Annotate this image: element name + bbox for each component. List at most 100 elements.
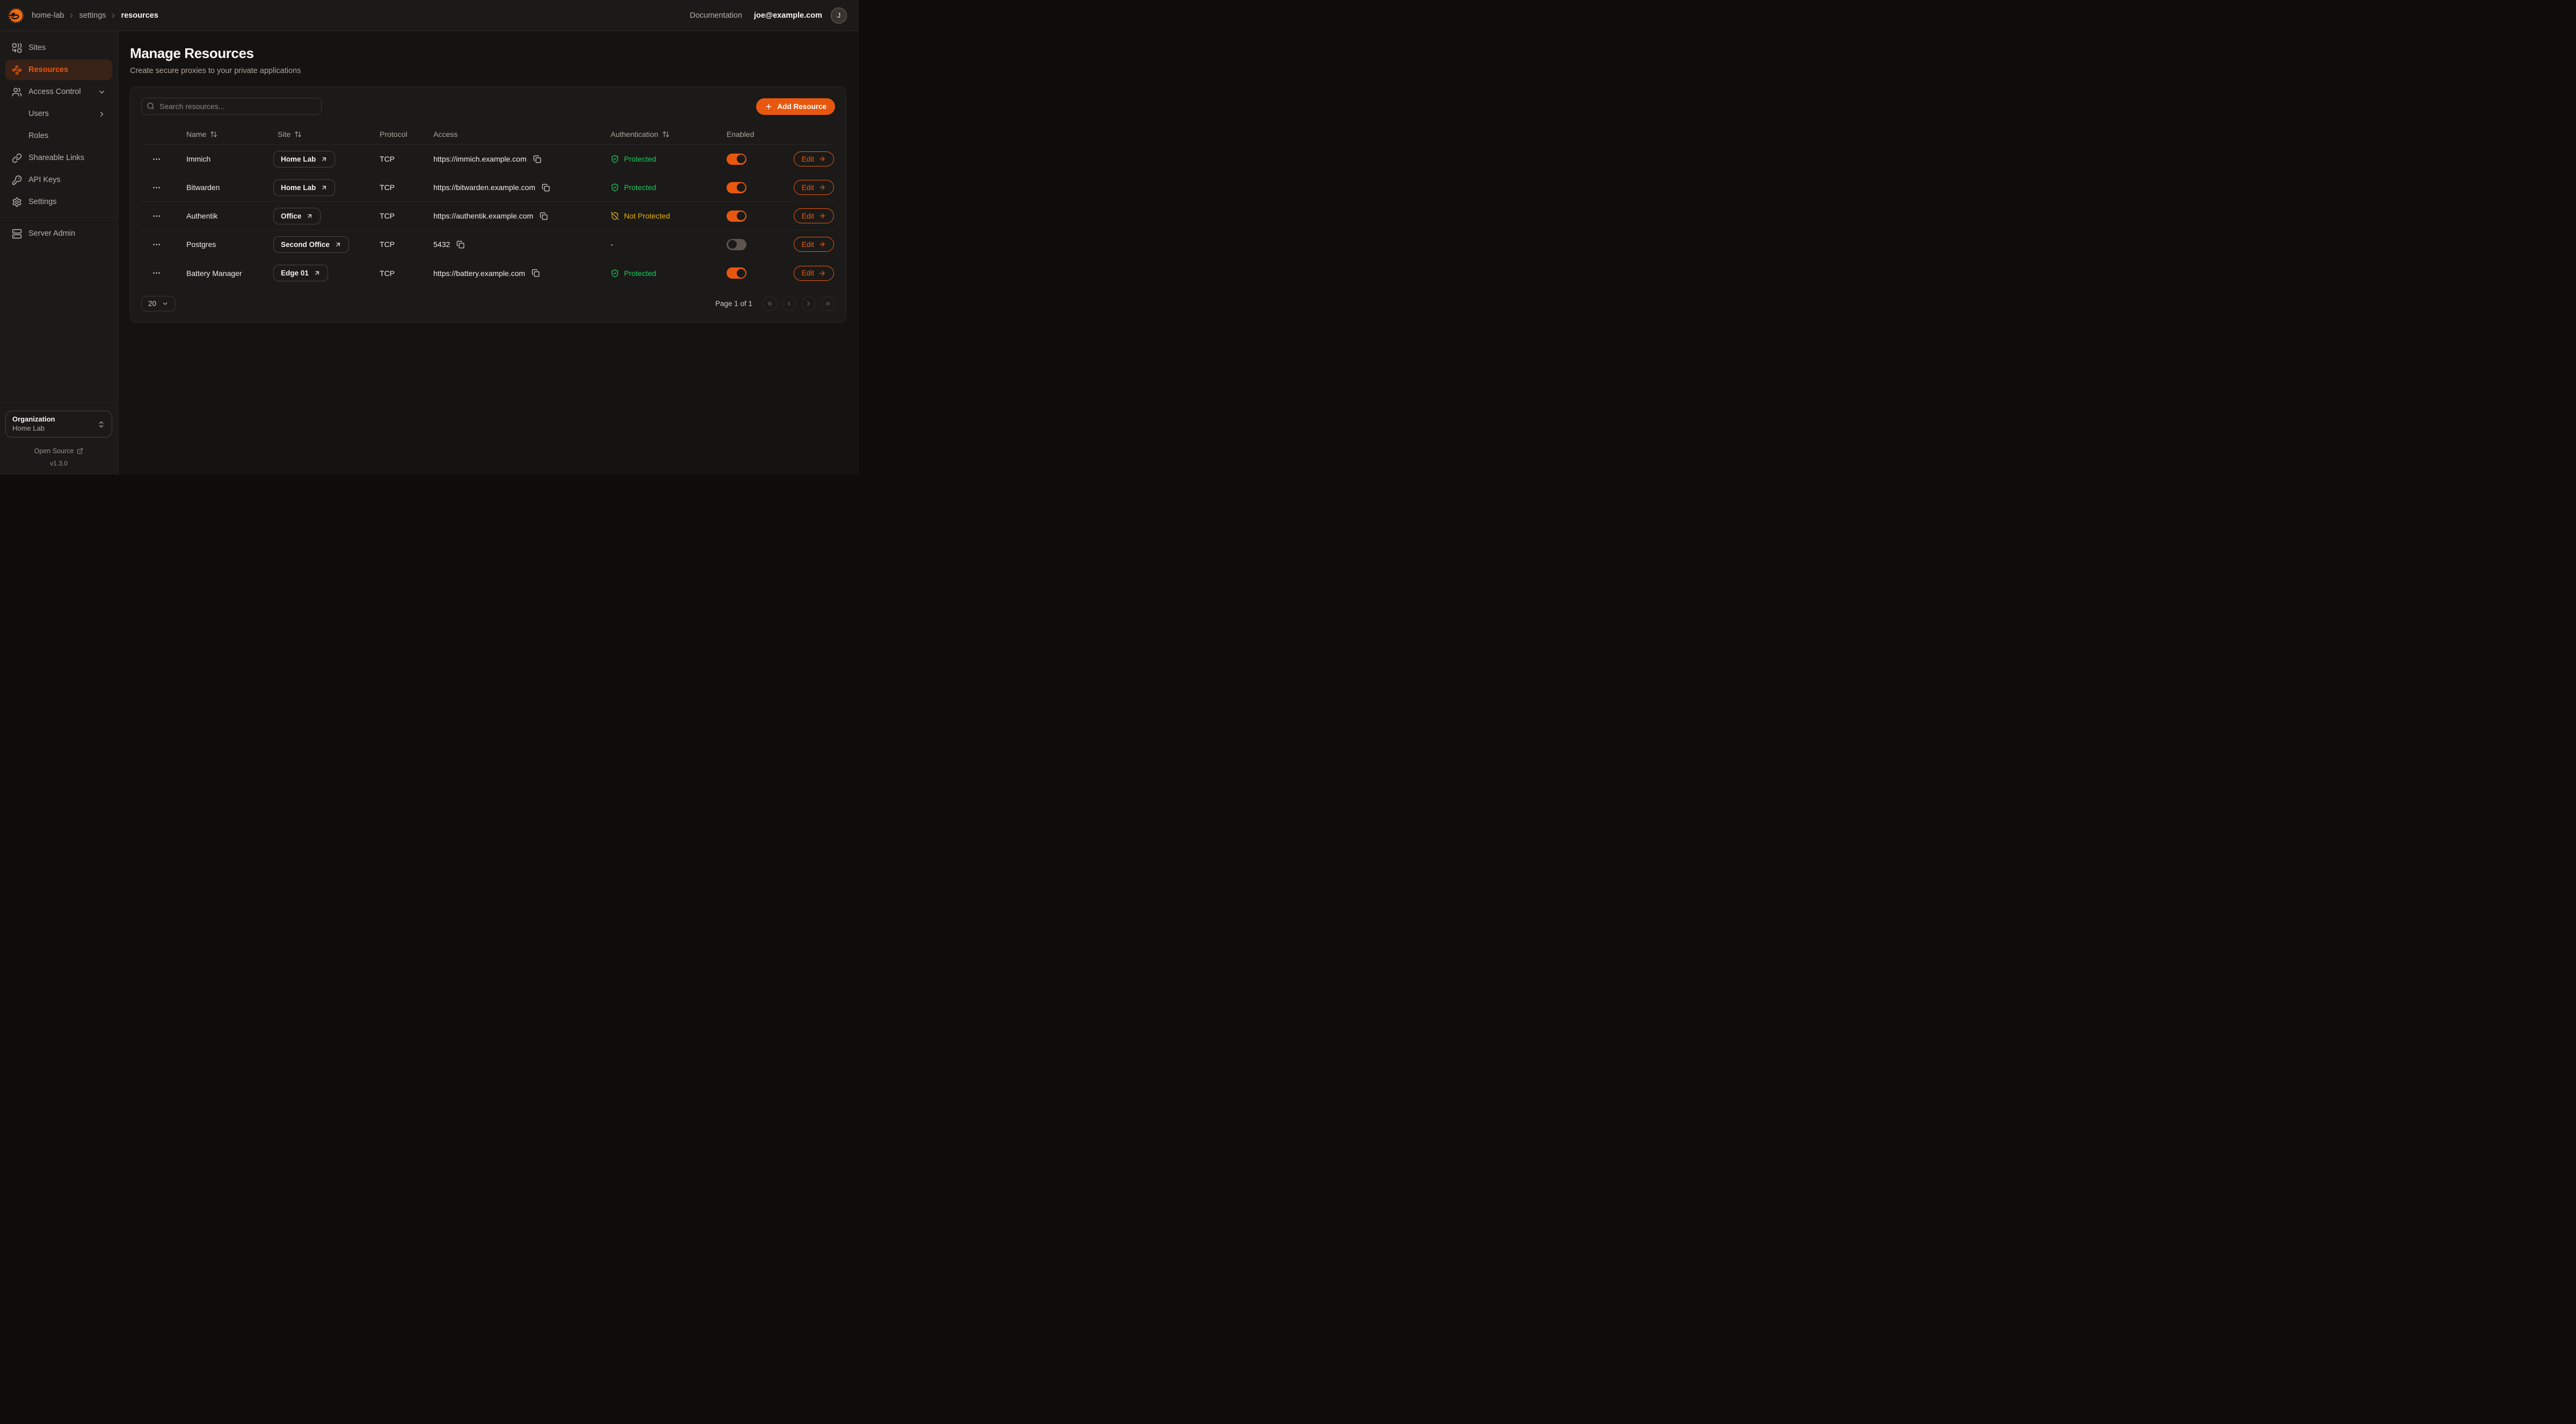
sidebar-item-resources[interactable]: Resources bbox=[5, 60, 112, 80]
copy-button[interactable] bbox=[455, 239, 466, 250]
avatar[interactable]: J bbox=[831, 8, 847, 24]
edit-button[interactable]: Edit bbox=[794, 266, 834, 281]
edit-button[interactable]: Edit bbox=[794, 237, 834, 252]
resource-name: Battery Manager bbox=[171, 269, 273, 278]
copy-button[interactable] bbox=[531, 268, 541, 278]
open-source-link[interactable]: Open Source bbox=[34, 447, 84, 455]
enabled-toggle[interactable] bbox=[727, 154, 746, 165]
sidebar-item-api-keys[interactable]: API Keys bbox=[5, 170, 112, 190]
resource-name: Bitwarden bbox=[171, 183, 273, 192]
sidebar-item-label: Access Control bbox=[28, 88, 91, 96]
users-icon bbox=[12, 87, 22, 97]
row-actions-button[interactable] bbox=[149, 209, 164, 223]
edit-label: Edit bbox=[802, 241, 814, 249]
column-label: Access bbox=[433, 130, 458, 139]
site-link[interactable]: Second Office bbox=[273, 236, 349, 253]
edit-button[interactable]: Edit bbox=[794, 208, 834, 223]
resource-access: https://immich.example.com bbox=[433, 155, 527, 163]
app-version: v1.3.0 bbox=[5, 460, 112, 467]
breadcrumb-current: resources bbox=[121, 11, 158, 20]
edit-label: Edit bbox=[802, 212, 814, 220]
breadcrumb: home-lab settings resources bbox=[32, 11, 158, 20]
sidebar-item-label: Resources bbox=[28, 66, 106, 74]
edit-button[interactable]: Edit bbox=[794, 180, 834, 195]
edit-label: Edit bbox=[802, 184, 814, 192]
search-input[interactable] bbox=[141, 98, 322, 115]
enabled-toggle[interactable] bbox=[727, 210, 746, 222]
shield-check-icon bbox=[611, 269, 619, 278]
copy-icon bbox=[542, 184, 550, 192]
breadcrumb-org[interactable]: home-lab bbox=[32, 11, 64, 20]
column-label: Name bbox=[186, 130, 206, 139]
last-page-button[interactable] bbox=[821, 296, 835, 311]
ellipsis-icon bbox=[152, 240, 161, 249]
page-indicator: Page 1 of 1 bbox=[715, 300, 752, 308]
sidebar-item-server-admin[interactable]: Server Admin bbox=[5, 223, 112, 244]
breadcrumb-settings[interactable]: settings bbox=[79, 11, 106, 20]
column-header-name[interactable]: Name bbox=[171, 130, 273, 139]
column-header-site[interactable]: Site bbox=[273, 130, 375, 139]
column-label: Enabled bbox=[727, 130, 754, 139]
row-actions-button[interactable] bbox=[149, 181, 164, 194]
toggle-knob bbox=[737, 183, 745, 192]
sidebar-item-access-control[interactable]: Access Control bbox=[5, 82, 112, 102]
documentation-link[interactable]: Documentation bbox=[690, 11, 743, 20]
copy-icon bbox=[532, 269, 540, 277]
table-body: Immich Home Lab TCP https://immich.example.… bbox=[141, 145, 835, 287]
copy-button[interactable] bbox=[539, 211, 549, 221]
enabled-toggle[interactable] bbox=[727, 267, 746, 279]
toggle-knob bbox=[737, 155, 745, 163]
sidebar-item-roles[interactable]: Roles bbox=[5, 126, 112, 146]
toggle-knob bbox=[728, 240, 737, 249]
sidebar-item-sites[interactable]: Sites bbox=[5, 38, 112, 58]
first-page-button[interactable] bbox=[763, 296, 777, 311]
sidebar-item-label: Sites bbox=[28, 43, 106, 52]
table-footer: 20 Page 1 of 1 bbox=[141, 296, 835, 311]
sidebar-item-users[interactable]: Users bbox=[5, 104, 112, 124]
table-row: Immich Home Lab TCP https://immich.example.… bbox=[141, 145, 835, 173]
row-actions-button[interactable] bbox=[149, 152, 164, 166]
copy-button[interactable] bbox=[541, 183, 551, 193]
arrow-right-icon bbox=[818, 212, 826, 220]
page-size-value: 20 bbox=[148, 300, 156, 308]
sidebar-item-label: Roles bbox=[28, 132, 106, 140]
organization-label: Organization bbox=[12, 415, 97, 424]
sidebar-item-label: Users bbox=[28, 110, 91, 118]
copy-icon bbox=[540, 212, 548, 220]
add-resource-button[interactable]: Add Resource bbox=[756, 98, 835, 115]
site-link[interactable]: Home Lab bbox=[273, 179, 335, 196]
sidebar-item-settings[interactable]: Settings bbox=[5, 192, 112, 212]
row-actions-button[interactable] bbox=[149, 266, 164, 280]
site-name: Home Lab bbox=[281, 155, 316, 163]
user-email[interactable]: joe@example.com bbox=[754, 11, 822, 20]
row-actions-button[interactable] bbox=[149, 238, 164, 251]
resource-protocol: TCP bbox=[375, 155, 429, 163]
arrow-up-right-icon bbox=[306, 213, 313, 220]
pangolin-logo-icon bbox=[7, 6, 25, 25]
copy-button[interactable] bbox=[532, 154, 542, 164]
next-page-button[interactable] bbox=[801, 296, 816, 311]
site-link[interactable]: Edge 01 bbox=[273, 265, 328, 281]
site-link[interactable]: Home Lab bbox=[273, 151, 335, 168]
site-link[interactable]: Office bbox=[273, 208, 321, 224]
enabled-toggle[interactable] bbox=[727, 239, 746, 250]
organization-switcher[interactable]: Organization Home Lab bbox=[5, 411, 112, 438]
authentication-label: Protected bbox=[624, 155, 656, 163]
toggle-knob bbox=[737, 212, 745, 220]
previous-page-button[interactable] bbox=[782, 296, 796, 311]
table-row: PostgresSecond OfficeTCP5432-Edit bbox=[141, 230, 835, 259]
resource-protocol: TCP bbox=[375, 183, 429, 192]
sidebar-item-shareable-links[interactable]: Shareable Links bbox=[5, 148, 112, 168]
column-header-authentication[interactable]: Authentication bbox=[606, 130, 714, 139]
column-header-enabled: Enabled bbox=[714, 130, 789, 139]
resource-name: Immich bbox=[171, 155, 273, 163]
chevrons-up-down-icon bbox=[97, 420, 105, 428]
edit-button[interactable]: Edit bbox=[794, 151, 834, 166]
app-root: home-lab settings resources Documentatio… bbox=[0, 0, 859, 475]
enabled-toggle[interactable] bbox=[727, 182, 746, 193]
ellipsis-icon bbox=[152, 155, 161, 164]
resource-access: https://authentik.example.com bbox=[433, 212, 533, 220]
sidebar-item-label: Server Admin bbox=[28, 229, 106, 238]
page-size-select[interactable]: 20 bbox=[141, 296, 176, 311]
search-icon bbox=[147, 102, 155, 110]
